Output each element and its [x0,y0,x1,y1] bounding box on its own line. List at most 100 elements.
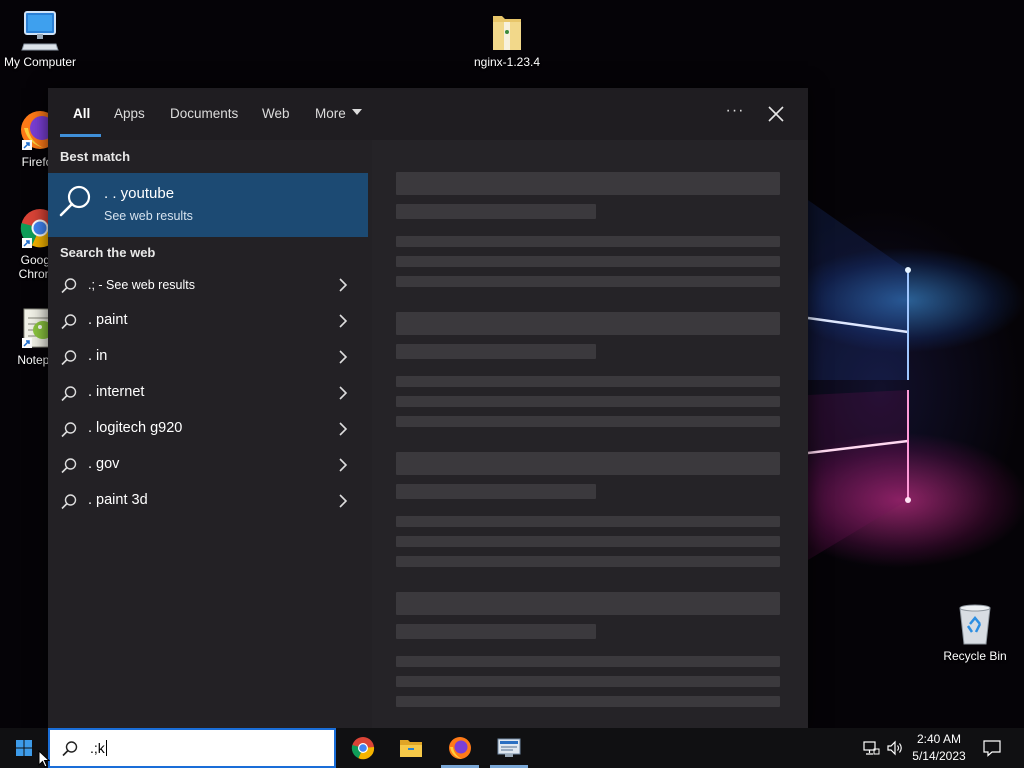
search-the-web-heading: Search the web [60,245,156,260]
loading-placeholder [396,312,780,335]
web-suggestion-label: . logitech g920 [88,420,183,436]
desktop-icon-label: Recycle Bin [943,649,1007,663]
desktop-icon-nginx-folder[interactable]: nginx-1.23.4 [467,10,547,69]
chevron-right-icon [339,386,348,400]
loading-placeholder [396,452,780,475]
more-options-button[interactable]: ··· [720,102,750,126]
search-icon [61,386,77,402]
web-suggestion-item[interactable]: . internet [48,375,368,411]
web-suggestion-item[interactable]: . paint [48,303,368,339]
web-suggestion-label: . gov [88,456,120,472]
loading-placeholder [396,624,596,639]
loading-placeholder [396,396,780,407]
search-panel: All Apps Documents Web More ··· Best mat… [48,88,808,728]
web-suggestion-item[interactable]: . paint 3d [48,483,368,519]
chevron-right-icon [339,422,348,436]
chrome-icon [351,737,375,760]
best-match-title: . . youtube [104,185,175,202]
loading-placeholder [396,536,780,547]
loading-placeholder [396,256,780,267]
close-button[interactable] [764,102,788,126]
loading-placeholder [396,556,780,567]
best-match-subtitle: See web results [104,209,193,223]
recycle-bin-icon [959,604,991,645]
loading-placeholder [396,376,780,387]
best-match-result[interactable]: . . youtube See web results [48,173,368,237]
web-suggestion-item[interactable]: . logitech g920 [48,411,368,447]
file-explorer-icon [400,740,422,757]
action-center-icon [983,740,1001,757]
taskbar-app-firefox[interactable] [437,728,483,768]
desktop-icon-label: My Computer [3,55,77,69]
search-icon [62,741,78,757]
web-suggestion-label: . in [88,348,108,364]
web-suggestion-label: . internet [88,384,145,400]
taskbar-app-remote-desktop[interactable] [486,728,532,768]
tab-more-label: More [315,106,346,121]
preview-pane-loading [372,140,808,728]
loading-placeholder [396,676,780,687]
search-icon [61,278,77,294]
zip-folder-icon [493,16,521,50]
ellipsis-icon: ··· [725,102,745,119]
chevron-right-icon [339,350,348,364]
taskbar-clock[interactable]: 2:40 AM 5/14/2023 [908,731,970,765]
chevron-right-icon [339,314,348,328]
computer-icon [21,11,59,51]
web-suggestion-item[interactable]: .; - See web results [48,267,368,303]
loading-placeholder [396,344,596,359]
tab-apps[interactable]: Apps [114,105,145,125]
clock-time: 2:40 AM [916,732,962,746]
search-query-value: .;k [90,740,105,756]
desktop-icon-label: nginx-1.23.4 [473,55,541,69]
remote-desktop-icon [497,738,521,757]
web-suggestion-item[interactable]: . gov [48,447,368,483]
search-icon [61,422,77,438]
loading-placeholder [396,656,780,667]
chevron-right-icon [339,458,348,472]
desktop-icon-my-computer[interactable]: My Computer [0,10,80,69]
chevron-down-icon [351,109,362,115]
web-suggestions-list: .; - See web results . paint . in . inte… [48,267,368,519]
desktop-icon-recycle-bin[interactable]: Recycle Bin [935,602,1015,663]
loading-placeholder [396,416,780,427]
text-cursor [105,740,107,756]
network-icon[interactable] [862,739,880,757]
search-query-text: .;k [90,740,107,756]
loading-placeholder [396,276,780,287]
taskbar-app-file-explorer[interactable] [388,728,434,768]
loading-placeholder [396,592,780,615]
loading-placeholder [396,204,596,219]
search-icon [61,458,77,474]
chevron-right-icon [339,494,348,508]
tab-web[interactable]: Web [262,105,290,125]
web-suggestion-item[interactable]: . in [48,339,368,375]
loading-placeholder [396,516,780,527]
search-icon [61,350,77,366]
taskbar: .;k 2:40 AM 5/14/2023 [0,728,1024,768]
results-list: Best match . . youtube See web results S… [48,140,368,728]
active-tab-indicator [60,134,101,137]
tab-all[interactable]: All [73,105,90,125]
tab-more[interactable]: More [315,105,362,125]
web-suggestion-label: . paint 3d [88,492,148,508]
chevron-right-icon [339,278,348,292]
search-icon [61,314,77,330]
search-filter-tabs: All Apps Documents Web More ··· [48,88,808,140]
taskbar-app-chrome[interactable] [340,728,386,768]
mouse-pointer-icon [38,750,50,768]
web-suggestion-label: .; - See web results [88,278,195,292]
close-icon [768,106,784,122]
volume-icon[interactable] [886,739,904,757]
clock-date: 5/14/2023 [912,749,966,763]
loading-placeholder [396,236,780,247]
loading-placeholder [396,484,596,499]
taskbar-search-input[interactable]: .;k [48,728,336,768]
web-suggestion-label: . paint [88,312,128,328]
loading-placeholder [396,696,780,707]
tab-documents[interactable]: Documents [170,105,238,125]
search-icon [61,494,77,510]
search-icon [59,185,91,217]
best-match-heading: Best match [60,149,131,164]
firefox-icon [449,737,471,759]
